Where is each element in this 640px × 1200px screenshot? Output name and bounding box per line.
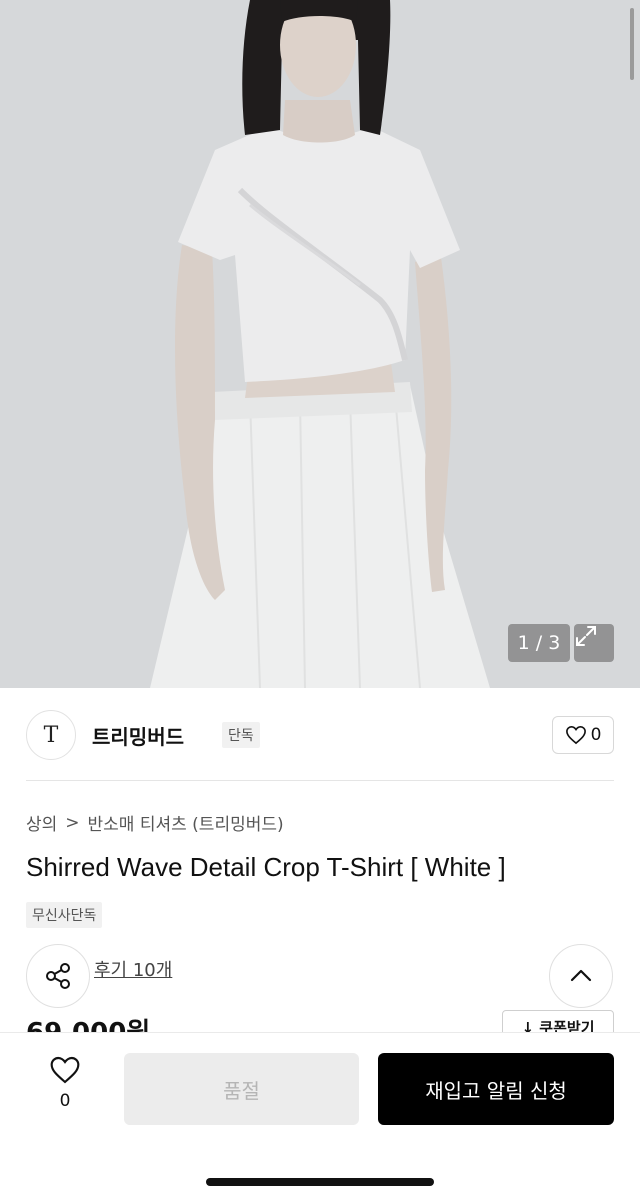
bottom-action-bar: 0 품절 재입고 알림 신청 — [0, 1032, 640, 1200]
expand-arrows-icon — [576, 626, 596, 646]
soldout-button: 품절 — [124, 1053, 359, 1125]
home-indicator — [206, 1178, 434, 1186]
favorite-count: 0 — [59, 1091, 71, 1111]
heart-icon — [565, 725, 586, 745]
breadcrumb: 상의 > 반소매 티셔츠 (트리밍버드) — [26, 810, 284, 836]
heart-icon — [50, 1056, 80, 1084]
product-photo — [0, 0, 640, 688]
breadcrumb-subcategory[interactable]: 반소매 티셔츠 (트리밍버드) — [88, 810, 284, 835]
exclusive-badge: 단독 — [222, 722, 260, 748]
expand-icon[interactable] — [574, 624, 614, 662]
chevron-up-icon — [570, 969, 592, 982]
divider — [26, 780, 614, 781]
chevron-right-icon: > — [65, 812, 80, 833]
share-icon — [46, 963, 70, 989]
breadcrumb-category[interactable]: 상의 — [26, 810, 57, 835]
review-link[interactable]: 후기 10개 — [94, 956, 172, 982]
brand-like-count: 0 — [590, 725, 602, 745]
brand-like-button[interactable]: 0 — [552, 716, 614, 754]
image-page-indicator: 1 / 3 — [508, 624, 570, 662]
share-button[interactable] — [26, 944, 90, 1008]
brand-name[interactable]: 트리밍버드 — [92, 721, 184, 750]
brand-row: T 트리밍버드 단독 0 — [26, 708, 614, 762]
product-image[interactable]: 1 / 3 — [0, 0, 640, 688]
restock-alert-button[interactable]: 재입고 알림 신청 — [378, 1053, 614, 1125]
product-title: Shirred Wave Detail Crop T-Shirt [ White… — [26, 852, 506, 882]
scroll-top-button[interactable] — [549, 944, 613, 1008]
brand-logo[interactable]: T — [26, 710, 76, 760]
exclusive-tag: 무신사단독 — [26, 902, 103, 928]
scroll-indicator — [630, 8, 634, 80]
favorite-button[interactable]: 0 — [36, 1055, 94, 1125]
